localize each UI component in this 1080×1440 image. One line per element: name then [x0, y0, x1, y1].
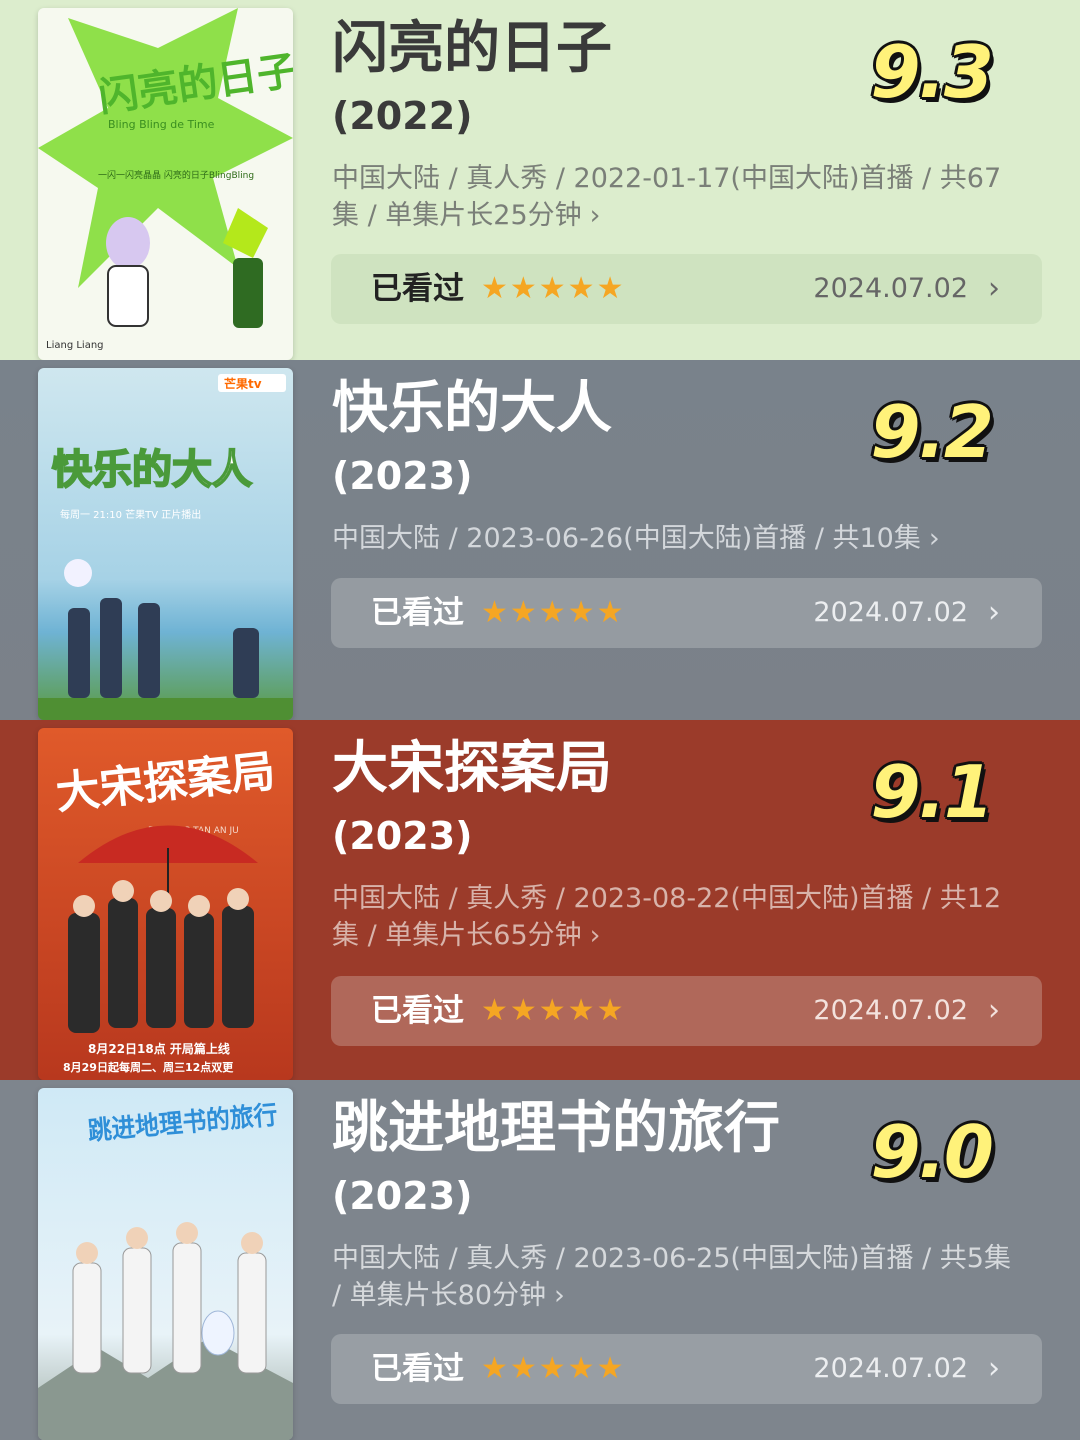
svg-text:每周一 21:10 芒果TV 正片播出: 每周一 21:10 芒果TV 正片播出: [60, 508, 201, 521]
show-title[interactable]: 闪亮的日子: [332, 14, 612, 84]
watched-date: 2024.07.02: [813, 1353, 968, 1384]
list-item[interactable]: 芒果tv 快乐的大人 每周一 21:10 芒果TV 正片播出 快乐的大人 (20…: [0, 360, 1080, 720]
list-item[interactable]: 闪亮的日子 Bling Bling de Time 一闪一闪亮晶晶 闪亮的日子B…: [0, 0, 1080, 360]
rating-score: 9.1: [870, 750, 994, 834]
chevron-right-icon: ›: [554, 1280, 565, 1311]
show-title[interactable]: 大宋探案局: [332, 734, 612, 804]
star-rating: ★★★★★: [481, 595, 626, 630]
show-title[interactable]: 跳进地理书的旅行: [332, 1094, 780, 1164]
chevron-right-icon: ›: [988, 1351, 1000, 1386]
show-year: (2023): [332, 1174, 473, 1218]
show-meta[interactable]: 中国大陆 / 真人秀 / 2022-01-17(中国大陆)首播 / 共67集 /…: [332, 160, 1022, 234]
chevron-right-icon: ›: [988, 595, 1000, 630]
watched-date: 2024.07.02: [813, 995, 968, 1026]
watched-label: 已看过: [371, 595, 464, 631]
watched-label: 已看过: [371, 993, 464, 1029]
poster-image[interactable]: 闪亮的日子 Bling Bling de Time 一闪一闪亮晶晶 闪亮的日子B…: [38, 8, 293, 360]
star-rating: ★★★★★: [481, 993, 626, 1028]
show-meta[interactable]: 中国大陆 / 2023-06-26(中国大陆)首播 / 共10集 ›: [332, 520, 1022, 557]
rating-score: 9.2: [870, 390, 994, 474]
chevron-right-icon: ›: [988, 271, 1000, 306]
chevron-right-icon: ›: [589, 920, 601, 951]
chevron-right-icon: ›: [589, 200, 601, 231]
meta-text: 中国大陆 / 真人秀 / 2023-06-25(中国大陆)首播 / 共5集 / …: [332, 1243, 1011, 1311]
svg-text:芒果tv: 芒果tv: [224, 376, 262, 391]
show-title[interactable]: 快乐的大人: [332, 374, 612, 444]
watched-status-bar[interactable]: 已看过 ★★★★★ 2024.07.02 ›: [331, 1334, 1042, 1404]
poster-image[interactable]: 芒果tv 快乐的大人 每周一 21:10 芒果TV 正片播出: [38, 368, 293, 720]
rating-score: 9.0: [870, 1110, 994, 1194]
meta-text: 中国大陆 / 真人秀 / 2022-01-17(中国大陆)首播 / 共67集 /…: [332, 163, 1002, 231]
chevron-right-icon: ›: [988, 993, 1000, 1028]
watched-status-bar[interactable]: 已看过 ★★★★★ 2024.07.02 ›: [331, 976, 1042, 1046]
show-year: (2023): [332, 454, 473, 498]
list-item[interactable]: 大宋探案局 DA SONG TAN AN JU 8月22日18点 开局篇上线 8…: [0, 720, 1080, 1080]
meta-text: 中国大陆 / 2023-06-26(中国大陆)首播 / 共10集: [332, 523, 921, 554]
chevron-right-icon: ›: [928, 523, 940, 554]
watched-label: 已看过: [371, 271, 464, 307]
poster-image[interactable]: 跳进地理书的旅行: [38, 1088, 293, 1440]
svg-text:一闪一闪亮晶晶 闪亮的日子BlingBling: 一闪一闪亮晶晶 闪亮的日子BlingBling: [98, 169, 254, 181]
watched-status-bar[interactable]: 已看过 ★★★★★ 2024.07.02 ›: [331, 578, 1042, 648]
watched-date: 2024.07.02: [813, 273, 968, 304]
meta-text: 中国大陆 / 真人秀 / 2023-08-22(中国大陆)首播 / 共12集 /…: [332, 883, 1002, 951]
star-rating: ★★★★★: [481, 271, 626, 306]
list-item[interactable]: 跳进地理书的旅行 跳进地理书的旅行 (2023) 9.0 中国大陆 / 真人秀 …: [0, 1080, 1080, 1440]
show-meta[interactable]: 中国大陆 / 真人秀 / 2023-08-22(中国大陆)首播 / 共12集 /…: [332, 880, 1022, 954]
show-year: (2022): [332, 94, 473, 138]
show-year: (2023): [332, 814, 473, 858]
watched-label: 已看过: [371, 1351, 464, 1387]
svg-text:Liang Liang: Liang Liang: [46, 340, 104, 351]
svg-text:Bling Bling de Time: Bling Bling de Time: [108, 118, 215, 131]
svg-text:快乐的大人: 快乐的大人: [52, 447, 252, 493]
star-rating: ★★★★★: [481, 1351, 626, 1386]
svg-text:8月22日18点 开局篇上线: 8月22日18点 开局篇上线: [88, 1041, 230, 1056]
show-meta[interactable]: 中国大陆 / 真人秀 / 2023-06-25(中国大陆)首播 / 共5集 / …: [332, 1240, 1022, 1314]
rating-score: 9.3: [870, 30, 994, 114]
svg-text:8月29日起每周二、周三12点双更: 8月29日起每周二、周三12点双更: [63, 1060, 234, 1074]
watched-status-bar[interactable]: 已看过 ★★★★★ 2024.07.02 ›: [331, 254, 1042, 324]
poster-image[interactable]: 大宋探案局 DA SONG TAN AN JU 8月22日18点 开局篇上线 8…: [38, 728, 293, 1080]
watched-date: 2024.07.02: [813, 597, 968, 628]
